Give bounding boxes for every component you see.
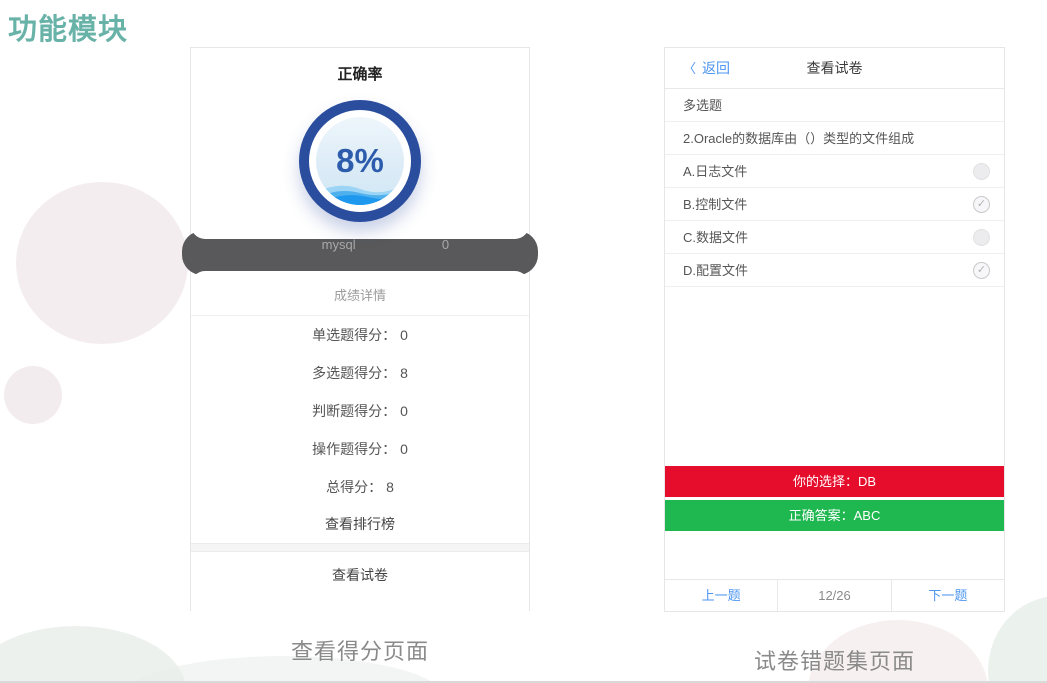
option-row-c[interactable]: C.数据文件	[665, 221, 1004, 254]
accuracy-title: 正确率	[191, 63, 529, 84]
question-counter: 12/26	[777, 580, 891, 611]
score-row-single-choice: 单选题得分：0	[191, 316, 529, 354]
score-panel: mysql 0 正确率 8% 成绩详情 单选题得分：0	[190, 47, 530, 611]
next-question-button[interactable]: 下一题	[892, 580, 1004, 611]
score-label: 判断题得分：	[312, 403, 396, 419]
score-value: 0	[400, 441, 408, 457]
option-label: A.日志文件	[683, 164, 747, 179]
exam-panel: 〈返回 查看试卷 多选题 2.Oracle的数据库由（）类型的文件组成 A.日志…	[664, 47, 1005, 612]
back-label: 返回	[702, 60, 730, 76]
pagination-bar: 上一题 12/26 下一题	[665, 579, 1004, 611]
subject-score: 0	[442, 237, 449, 252]
score-panel-caption: 查看得分页面	[190, 634, 530, 666]
option-radio-3[interactable]: ✓	[973, 262, 990, 279]
score-row-multi-choice: 多选题得分：8	[191, 354, 529, 392]
accuracy-value: 8%	[336, 142, 384, 180]
score-label: 总得分：	[326, 479, 382, 495]
screenshot-stage: 功能模块 mysql 0 正确率 8% 成绩详情	[0, 0, 1047, 683]
back-chevron-icon: 〈	[683, 61, 696, 76]
question-text: 2.Oracle的数据库由（）类型的文件组成	[665, 122, 1004, 155]
option-radio-1[interactable]: ✓	[973, 196, 990, 213]
question-type: 多选题	[665, 89, 1004, 122]
accuracy-gauge-inner: 8%	[316, 117, 404, 205]
score-row-operation: 操作题得分：0	[191, 430, 529, 468]
answer-bars: 你的选择：DB 正确答案：ABC	[665, 466, 1004, 531]
option-radio-0[interactable]	[973, 163, 990, 180]
score-details-header: 成绩详情	[191, 285, 529, 304]
option-label: C.数据文件	[683, 230, 748, 245]
score-row-total: 总得分：8	[191, 468, 529, 506]
exam-header: 〈返回 查看试卷	[665, 48, 1004, 89]
decor-bubble-icon	[16, 182, 188, 344]
score-value: 0	[400, 327, 408, 343]
accuracy-section: 正确率 8%	[191, 48, 529, 239]
score-label: 多选题得分：	[312, 365, 396, 381]
view-paper-link[interactable]: 查看试卷	[191, 552, 529, 598]
view-leaderboard-link[interactable]: 查看排行榜	[191, 506, 529, 543]
option-radio-2[interactable]	[973, 229, 990, 246]
option-row-b[interactable]: B.控制文件 ✓	[665, 188, 1004, 221]
option-label: D.配置文件	[683, 263, 748, 278]
score-value: 8	[386, 479, 394, 495]
exam-panel-caption: 试卷错题集页面	[664, 644, 1005, 676]
accuracy-gauge: 8%	[299, 100, 421, 222]
prev-question-button[interactable]: 上一题	[665, 580, 777, 611]
score-row-judgement: 判断题得分：0	[191, 392, 529, 430]
score-details-section: 成绩详情 单选题得分：0 多选题得分：8 判断题得分：0 操作题得分：0 总得分…	[191, 271, 529, 612]
page-title: 功能模块	[8, 6, 128, 48]
back-button[interactable]: 〈返回	[683, 48, 730, 89]
score-value: 8	[400, 365, 408, 381]
score-value: 0	[400, 403, 408, 419]
your-choice-bar: 你的选择：DB	[665, 466, 1004, 497]
correct-answer-bar: 正确答案：ABC	[665, 500, 1004, 531]
decor-bubble-icon	[4, 366, 62, 424]
subject-name: mysql	[322, 237, 356, 252]
section-divider	[191, 543, 529, 552]
option-row-d[interactable]: D.配置文件 ✓	[665, 254, 1004, 287]
score-label: 单选题得分：	[312, 327, 396, 343]
option-row-a[interactable]: A.日志文件	[665, 155, 1004, 188]
score-label: 操作题得分：	[312, 441, 396, 457]
option-label: B.控制文件	[683, 197, 747, 212]
